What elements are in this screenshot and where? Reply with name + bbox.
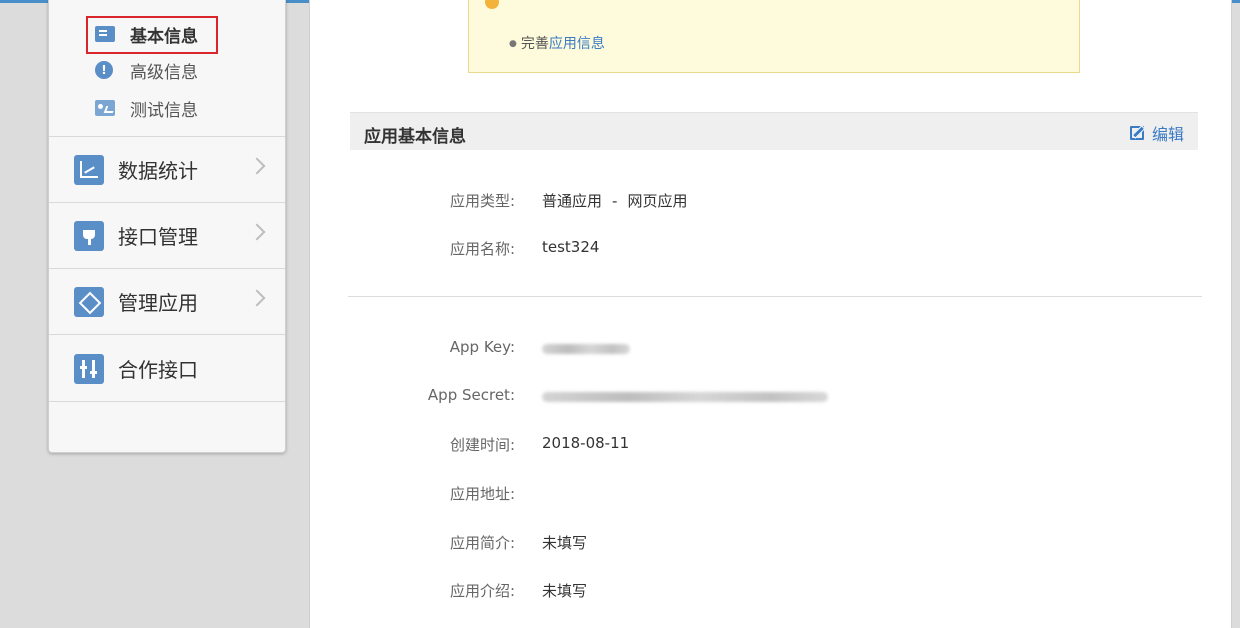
info-icon: ! — [95, 61, 113, 79]
field-app-name: 应用名称: test324 — [310, 236, 1231, 260]
bullet-icon: ● — [509, 39, 517, 49]
sidebar-subitem-test-info[interactable]: 测试信息 — [95, 96, 198, 121]
field-label: App Key: — [449, 338, 515, 356]
complete-app-info-link[interactable]: 应用信息 — [549, 36, 605, 52]
sidebar-item-data-stats[interactable]: 数据统计 — [49, 137, 285, 203]
sidebar: 基本信息 ! 高级信息 测试信息 数据统计 接口管理 管理应用 合作接口 — [48, 0, 286, 453]
field-value: 2018-08-11 — [542, 434, 630, 452]
app-type-main: 普通应用 — [542, 192, 603, 210]
notice-prefix: 完善 — [520, 36, 549, 52]
sidebar-item-partner-api[interactable]: 合作接口 — [49, 336, 285, 402]
field-app-intro: 应用介绍: 未填写 — [310, 578, 1231, 602]
field-label: 应用类型: — [449, 192, 515, 210]
field-value: 普通应用 - 网页应用 — [542, 190, 687, 211]
app-type-separator: - — [612, 192, 618, 210]
sidebar-item-api-management[interactable]: 接口管理 — [49, 203, 285, 269]
layers-icon — [74, 286, 104, 317]
field-value: test324 — [542, 238, 600, 256]
field-label: 应用简介: — [449, 534, 515, 552]
field-value: 未填写 — [542, 582, 588, 600]
field-app-url: 应用地址: — [310, 481, 1231, 505]
chevron-right-icon — [248, 157, 266, 175]
sidebar-item-label: 管理应用 — [118, 291, 198, 315]
plug-icon — [74, 220, 104, 251]
field-label: 应用名称: — [449, 240, 515, 258]
field-value: 未填写 — [542, 534, 588, 552]
sidebar-item-label: 合作接口 — [118, 358, 198, 382]
chevron-right-icon — [248, 289, 266, 307]
redacted-value — [542, 392, 828, 402]
sliders-icon — [74, 353, 104, 384]
sidebar-subitem-label: 测试信息 — [130, 100, 198, 121]
field-app-brief: 应用简介: 未填写 — [310, 530, 1231, 554]
main-content: ● 完善应用信息 应用基本信息 编辑 应用类型: 普通应用 - 网页应用 应用名称: … — [309, 0, 1232, 628]
active-item-highlight — [86, 16, 218, 54]
field-label: 应用介绍: — [449, 582, 515, 600]
sidebar-subitem-label: 高级信息 — [130, 62, 198, 83]
field-label: 创建时间: — [449, 436, 515, 454]
section-header: 应用基本信息 编辑 — [350, 112, 1198, 150]
field-created-time: 创建时间: 2018-08-11 — [310, 432, 1231, 456]
test-card-icon — [95, 100, 115, 116]
redacted-value — [542, 344, 630, 354]
edit-label: 编辑 — [1151, 125, 1184, 144]
field-label: App Secret: — [427, 386, 515, 404]
sidebar-subitem-advanced-info[interactable]: ! 高级信息 — [95, 58, 198, 83]
sidebar-item-manage-apps[interactable]: 管理应用 — [49, 269, 285, 335]
notice-box: ● 完善应用信息 — [468, 0, 1080, 73]
field-app-secret: App Secret: — [310, 384, 1231, 408]
field-app-key: App Key: — [310, 336, 1231, 360]
sidebar-item-label: 数据统计 — [118, 159, 198, 183]
field-label: 应用地址: — [449, 485, 515, 503]
chart-icon — [74, 154, 104, 185]
notice-heading-cut — [485, 0, 507, 10]
divider — [348, 296, 1202, 297]
warning-icon — [485, 0, 499, 9]
edit-icon — [1129, 126, 1144, 140]
notice-item: ● 完善应用信息 — [509, 33, 605, 53]
section-title: 应用基本信息 — [364, 127, 466, 147]
edit-button[interactable]: 编辑 — [1129, 121, 1184, 145]
app-type-sub: 网页应用 — [627, 192, 688, 210]
sidebar-item-label: 接口管理 — [118, 225, 198, 249]
chevron-right-icon — [248, 223, 266, 241]
field-app-type: 应用类型: 普通应用 - 网页应用 — [310, 188, 1231, 212]
